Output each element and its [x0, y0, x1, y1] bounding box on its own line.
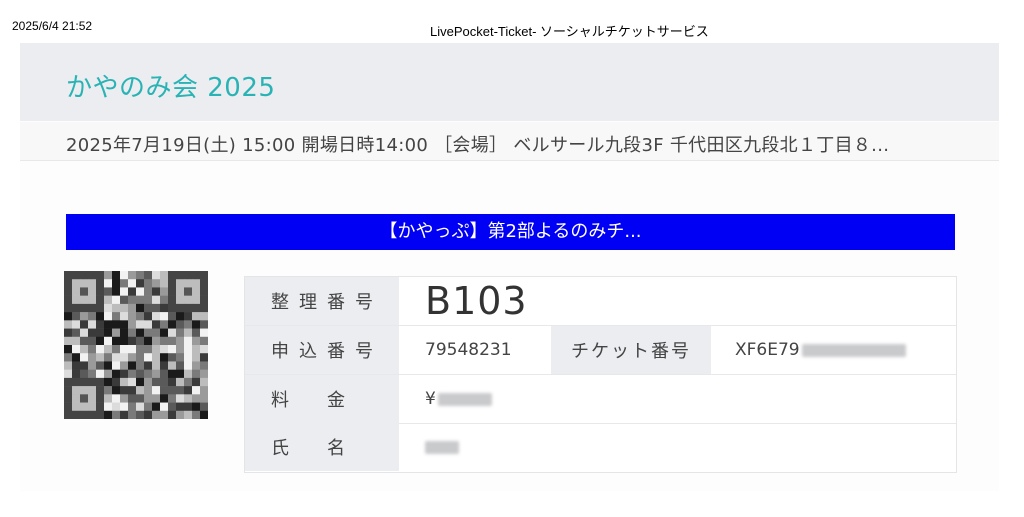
- application-number-value: 79548231: [425, 340, 512, 360]
- name-redacted: [425, 440, 459, 454]
- event-title: かやのみ会 2025: [66, 73, 276, 103]
- event-info: 2025年7月19日(土) 15:00 開場日時14:00 ［会場］ ベルサール…: [20, 122, 999, 161]
- seat-number-value: B103: [425, 279, 528, 323]
- fee-value: ¥: [425, 375, 492, 423]
- name-label: 氏名: [245, 423, 399, 471]
- print-title: LivePocket-Ticket- ソーシャルチケットサービス: [430, 24, 709, 39]
- event-info-text: 2025年7月19日(土) 15:00 開場日時14:00 ［会場］ ベルサール…: [66, 135, 890, 156]
- fee-redacted: [437, 392, 492, 406]
- ticket-number-label: チケット番号: [551, 326, 711, 374]
- fee-currency: ¥: [425, 389, 436, 409]
- application-number-row: 申込番号 79548231 チケット番号 XF6E79: [245, 326, 956, 375]
- seat-number-row: 整理番号 B103: [245, 277, 956, 326]
- ticket-type-bar: 【かやっぷ】第2部よるのみチ...: [66, 214, 955, 250]
- ticket-number-value: XF6E79: [735, 326, 906, 374]
- print-date: 2025/6/4 21:52: [12, 19, 93, 33]
- ticket-number-visible: XF6E79: [735, 340, 800, 360]
- fee-row: 料金 ¥: [245, 375, 956, 424]
- application-number-label: 申込番号: [245, 326, 399, 374]
- ticket-details-table: 整理番号 B103 申込番号 79548231 チケット番号 XF6E79 料金…: [244, 276, 957, 473]
- ticket-number-redacted: [801, 343, 906, 357]
- qr-code-graphic: [64, 271, 209, 420]
- ticket-card: かやのみ会 2025 2025年7月19日(土) 15:00 開場日時14:00…: [20, 43, 999, 491]
- fee-label: 料金: [245, 375, 399, 423]
- seat-number-label: 整理番号: [245, 277, 399, 325]
- print-header: 2025/6/4 21:52 LivePocket-Ticket- ソーシャルチ…: [0, 0, 1024, 40]
- qr-code-icon: [64, 271, 209, 420]
- event-header: かやのみ会 2025: [20, 43, 999, 121]
- name-value: [425, 423, 459, 471]
- name-row: 氏名: [245, 423, 956, 471]
